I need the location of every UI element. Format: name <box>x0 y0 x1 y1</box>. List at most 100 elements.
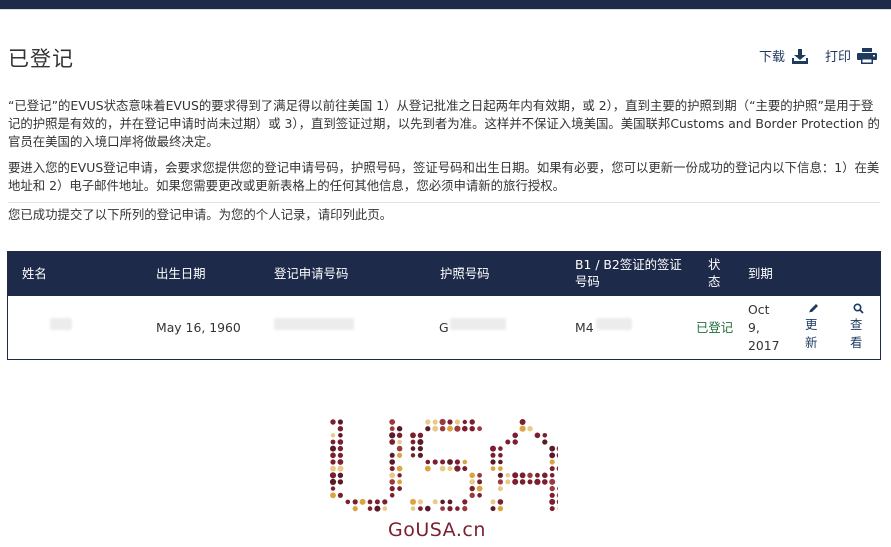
logo-dot <box>477 479 483 485</box>
logo-dot <box>337 479 344 485</box>
download-label: 下载 <box>758 50 785 65</box>
logo-dot <box>330 419 336 425</box>
logo-dot <box>425 426 431 432</box>
logo-dot <box>447 506 453 512</box>
logo-dot <box>389 479 395 485</box>
logo-dot <box>542 472 548 479</box>
applications-table: 姓名 出生日期 登记申请号码 护照号码 B1 / B2签证的签证号码 状态 到期… <box>7 251 881 360</box>
logo-dot <box>490 452 496 458</box>
col-status: 状态 <box>708 257 721 289</box>
logo-dot <box>329 478 337 485</box>
logo-dot <box>352 506 358 512</box>
magnifier-icon <box>853 303 864 314</box>
logo-dot <box>410 439 416 445</box>
logo-dot <box>397 479 402 485</box>
logo-dot <box>330 433 336 438</box>
logo-dot <box>389 452 395 458</box>
logo-dot <box>490 499 496 505</box>
logo-dot <box>389 466 395 472</box>
print-button[interactable]: 打印 <box>825 46 877 65</box>
logo-dot <box>462 419 467 425</box>
view-label: 查看 <box>850 317 863 350</box>
access-instructions: 要进入您的EVUS登记申请，会要求您提供您的登记申请号码，护照号码，签证号码和出… <box>8 160 880 193</box>
logo-dot <box>382 506 388 511</box>
logo-dot <box>410 432 416 439</box>
logo-dot <box>519 425 526 432</box>
logo-dot <box>397 486 402 491</box>
logo-dot <box>535 472 540 478</box>
pencil-icon <box>809 304 818 313</box>
app-number-redacted <box>274 318 354 330</box>
logo-dot <box>469 485 475 492</box>
logo-dot <box>549 478 556 485</box>
page-title: 已登记 <box>8 47 74 71</box>
logo-dot <box>337 426 344 432</box>
col-passport: 护照号码 <box>440 266 490 281</box>
update-link[interactable]: 更新 <box>805 303 821 352</box>
logo-dot <box>549 459 555 465</box>
logo-dot <box>462 506 468 512</box>
logo-dot <box>432 425 439 432</box>
logo-dot <box>512 439 518 445</box>
gousa-brand: GoUSA.cn <box>388 519 486 541</box>
logo-dot <box>557 486 558 491</box>
logo-dot <box>512 432 518 439</box>
logo-dot <box>417 432 424 438</box>
logo-dot <box>397 473 402 478</box>
logo-dot <box>469 419 475 425</box>
logo-dot <box>330 452 336 459</box>
logo-dot <box>440 506 445 511</box>
logo-dot <box>330 492 336 499</box>
logo-dot <box>542 479 548 485</box>
logo-dot <box>345 499 351 505</box>
col-visa: B1 / B2签证的签证号码 <box>575 257 682 289</box>
logo-dot <box>330 459 336 465</box>
logo-dot <box>447 425 453 432</box>
passport-cell: G <box>439 320 449 335</box>
view-link[interactable]: 查看 <box>850 303 866 352</box>
logo-dot <box>462 425 468 432</box>
logo-dot <box>425 459 431 465</box>
table-row: May 16, 1960 G M4 已登记 Oct 9, 2017 更新 查看 <box>8 296 880 359</box>
logo-dot <box>447 466 453 472</box>
logo-dot <box>549 473 555 478</box>
logo-dot <box>497 472 503 478</box>
top-nav-bar <box>0 0 891 10</box>
logo-dot <box>424 465 431 472</box>
logo-dot <box>382 499 388 505</box>
logo-dot <box>477 493 482 498</box>
logo-dot <box>556 466 558 472</box>
logo-dot <box>454 459 460 465</box>
logo-dot <box>527 479 533 485</box>
logo-dot <box>439 418 446 426</box>
logo-dot <box>410 446 416 451</box>
logo-dot <box>397 439 402 445</box>
logo-dot <box>389 459 395 465</box>
logo-dot <box>417 446 423 452</box>
logo-dot <box>490 445 496 452</box>
expires-cell: Oct 9, 2017 <box>748 302 780 353</box>
logo-dot <box>505 473 511 478</box>
logo-dot <box>432 459 438 465</box>
download-button[interactable]: 下载 <box>759 46 809 65</box>
logo-dot <box>534 478 541 485</box>
logo-dot <box>556 499 558 505</box>
logo-dot <box>440 499 445 505</box>
logo-dot <box>410 506 416 511</box>
logo-dot <box>455 506 460 511</box>
logo-dot <box>338 433 343 438</box>
logo-dot <box>425 505 431 512</box>
logo-dot <box>396 445 403 452</box>
logo-dot <box>556 493 558 498</box>
logo-dot <box>477 472 482 478</box>
logo-dot <box>527 426 533 432</box>
logo-dot <box>432 419 438 425</box>
col-expires: 到期 <box>748 266 773 281</box>
logo-dot <box>337 492 343 498</box>
logo-dot <box>439 465 446 472</box>
logo-dot <box>556 452 558 458</box>
logo-dot <box>462 466 468 472</box>
logo-dot <box>549 452 556 459</box>
logo-dot <box>439 426 446 432</box>
download-icon <box>791 48 808 64</box>
